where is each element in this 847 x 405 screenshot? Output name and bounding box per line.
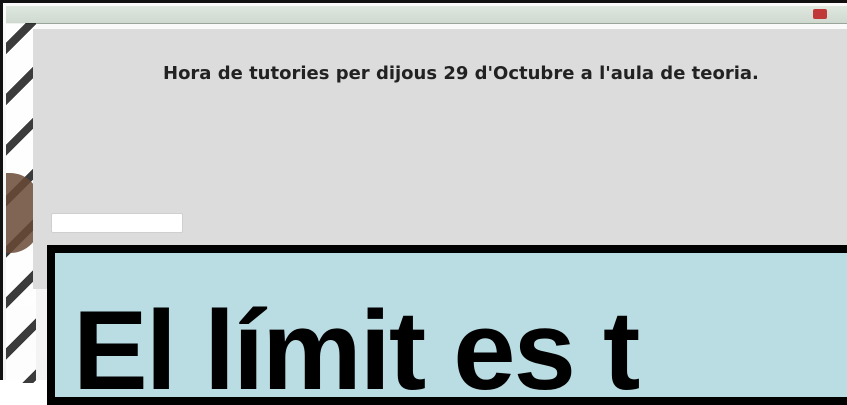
form-title: Hora de tutories per dijous 29 d'Octubre… [163, 63, 759, 84]
overlay-caption-box: El límit es t [47, 245, 847, 405]
answer-input[interactable] [51, 213, 183, 233]
browser-bookmarks-bar [6, 6, 847, 24]
overlay-caption-text: El límit es t [73, 288, 640, 405]
screenshot-frame: Hora de tutories per dijous 29 d'Octubre… [0, 0, 847, 405]
close-icon[interactable] [813, 9, 827, 19]
